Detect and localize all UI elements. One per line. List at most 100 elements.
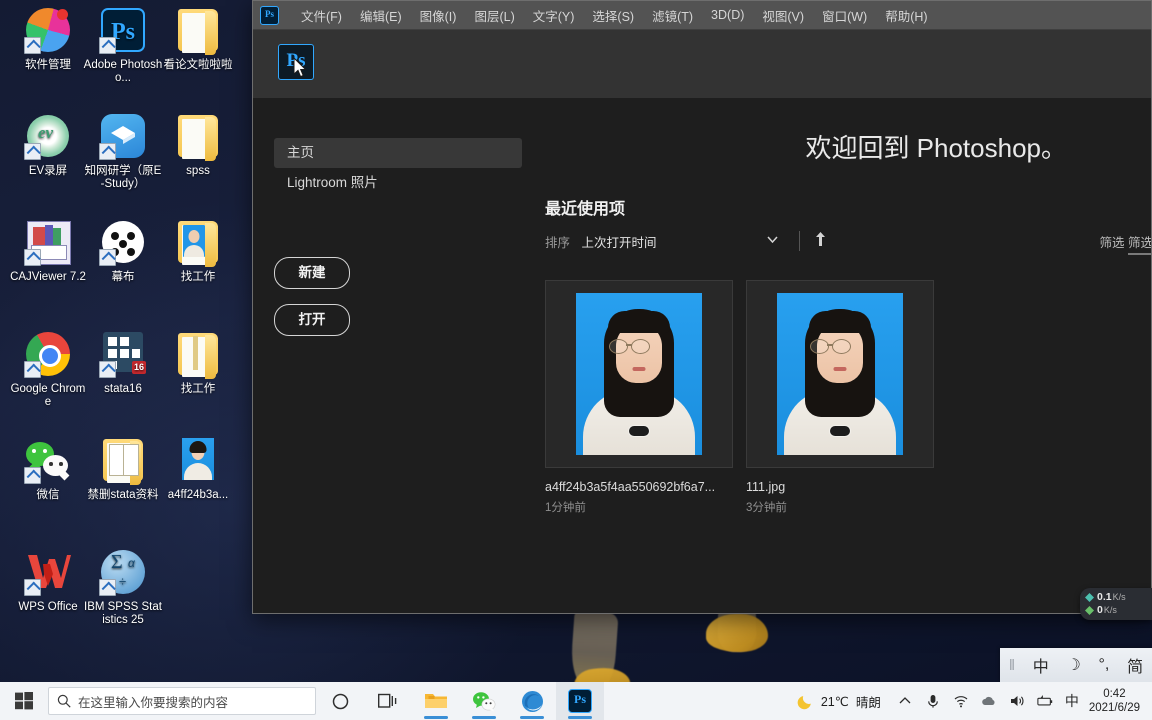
shortcut-overlay-icon xyxy=(24,37,41,54)
ime-script-toggle[interactable]: 简 xyxy=(1127,653,1143,677)
desktop-icon-wechat[interactable]: 微信 xyxy=(8,436,88,502)
chevron-down-icon[interactable] xyxy=(767,234,778,245)
task-view-button[interactable] xyxy=(364,682,412,720)
desktop-icon-label: 看论文啦啦啦 xyxy=(163,59,233,71)
clock-time: 0:42 xyxy=(1103,688,1126,700)
menu-window[interactable]: 窗口(W) xyxy=(813,2,876,29)
photoshop-home-tab-icon[interactable]: Ps xyxy=(278,44,314,80)
desktop-icon-label: 幕布 xyxy=(111,271,135,283)
moon-icon[interactable]: ☽ xyxy=(1066,655,1080,675)
arrow-up-icon[interactable] xyxy=(815,232,826,246)
mubu-icon xyxy=(99,218,147,266)
desktop-icon-spss-folder[interactable]: spss xyxy=(158,112,238,178)
recent-item-thumbnail[interactable] xyxy=(545,280,733,468)
recent-item-thumbnail[interactable] xyxy=(746,280,934,468)
ime-language-bar[interactable]: ‖ 中 ☽ °, 简 xyxy=(1000,648,1152,682)
desktop-icon-job-folder-2[interactable]: 找工作 xyxy=(158,330,238,396)
weather-widget[interactable]: 21℃ 晴朗 xyxy=(797,692,881,711)
desktop-icon-adobe-photoshop[interactable]: Ps Adobe Photosho... xyxy=(83,6,163,85)
shortcut-overlay-icon xyxy=(24,467,41,484)
taskbar-clock[interactable]: 0:42 2021/6/29 xyxy=(1085,687,1148,715)
desktop-icon-stata16[interactable]: 16 stata16 xyxy=(83,330,163,396)
cortana-button[interactable] xyxy=(316,682,364,720)
photoshop-icon: Ps xyxy=(568,689,592,713)
recent-item-card[interactable]: a4ff24b3a5f4aa550692bf6a7... 1分钟前 xyxy=(545,280,733,515)
desktop-icon-cajviewer[interactable]: CAJViewer 7.2 xyxy=(8,218,88,284)
menu-layer[interactable]: 图层(L) xyxy=(465,2,523,29)
shortcut-overlay-icon xyxy=(24,361,41,378)
desktop-icon-ev-recorder[interactable]: ev EV录屏 xyxy=(8,112,88,178)
menu-file[interactable]: 文件(F) xyxy=(292,2,351,29)
menu-select[interactable]: 选择(S) xyxy=(583,2,643,29)
desktop-icon-id-photo-file[interactable]: a4ff24b3a... xyxy=(158,436,238,502)
taskbar-app-photoshop[interactable]: Ps xyxy=(556,682,604,720)
tray-ime-indicator[interactable]: 中 xyxy=(1059,691,1085,711)
shortcut-overlay-icon xyxy=(99,37,116,54)
search-input[interactable]: 在这里输入你要搜索的内容 xyxy=(48,687,316,715)
search-icon xyxy=(57,694,71,708)
home-left-rail: 主页 Lightroom 照片 新建 打开 xyxy=(274,138,522,336)
menu-filter[interactable]: 滤镜(T) xyxy=(643,2,702,29)
tray-microphone[interactable] xyxy=(919,693,947,709)
weather-sunny-icon xyxy=(797,695,811,709)
photoshop-window: Ps 文件(F) 编辑(E) 图像(I) 图层(L) 文字(Y) 选择(S) 滤… xyxy=(252,0,1152,614)
taskbar-app-edge-browser[interactable] xyxy=(508,682,556,720)
start-button[interactable] xyxy=(0,682,48,720)
desktop-icon-mubu[interactable]: 幕布 xyxy=(83,218,163,284)
wps-office-icon xyxy=(24,548,72,596)
ime-drag-handle[interactable]: ‖ xyxy=(1009,657,1015,674)
filter-label-2[interactable]: 筛选 xyxy=(1127,236,1151,255)
desktop-icon-software-manager[interactable]: 软件管理 xyxy=(8,6,88,72)
new-button[interactable]: 新建 xyxy=(274,257,350,289)
desktop-icon-job-folder-1[interactable]: 找工作 xyxy=(158,218,238,284)
stata16-icon: 16 xyxy=(99,330,147,378)
menu-edit[interactable]: 编辑(E) xyxy=(351,2,411,29)
desktop-icon-papers-folder[interactable]: 看论文啦啦啦 xyxy=(158,6,238,72)
desktop-icon-label: stata16 xyxy=(104,383,142,395)
desktop-icon-stata-materials[interactable]: 禁删stata资料 xyxy=(83,436,163,502)
download-speed-value: 0 xyxy=(1097,604,1103,616)
folder-icon xyxy=(174,112,222,161)
menu-type[interactable]: 文字(Y) xyxy=(524,2,584,29)
shortcut-overlay-icon xyxy=(99,579,116,596)
desktop-icon-label: 找工作 xyxy=(180,271,216,283)
clock-date: 2021/6/29 xyxy=(1088,702,1140,714)
desktop-icon-label: Google Chrome xyxy=(10,383,86,408)
tray-battery[interactable] xyxy=(1031,693,1059,709)
desktop-icon-wps-office[interactable]: WPS Office xyxy=(8,548,88,614)
network-speed-widget[interactable]: 0.1 K/s 0 K/s xyxy=(1080,588,1152,620)
task-view-icon xyxy=(378,693,397,708)
shortcut-overlay-icon xyxy=(24,249,41,266)
menu-3d[interactable]: 3D(D) xyxy=(702,4,753,26)
tray-overflow-button[interactable] xyxy=(891,693,919,709)
shortcut-overlay-icon xyxy=(99,143,116,160)
ime-punctuation-toggle[interactable]: °, xyxy=(1099,656,1110,674)
recent-items-heading: 最近使用项 xyxy=(545,201,626,218)
desktop-icon-cnki-estudy[interactable]: 知网研学（原E-Study） xyxy=(83,112,163,191)
menu-view[interactable]: 视图(V) xyxy=(753,2,813,29)
folder-docs-icon xyxy=(99,436,147,485)
sort-value[interactable]: 上次打开时间 xyxy=(582,236,657,250)
menu-image[interactable]: 图像(I) xyxy=(411,2,466,29)
photoshop-app-icon: Ps xyxy=(260,5,279,25)
tray-onedrive[interactable] xyxy=(975,693,1003,709)
windows-start-icon xyxy=(15,692,33,710)
menu-help[interactable]: 帮助(H) xyxy=(876,2,936,29)
desktop-icon-google-chrome[interactable]: Google Chrome xyxy=(8,330,88,409)
download-speed-unit: K/s xyxy=(1103,605,1117,615)
filter-label-1[interactable]: 筛选 xyxy=(1099,236,1124,250)
open-button[interactable]: 打开 xyxy=(274,304,350,336)
sort-label: 排序 xyxy=(545,236,571,250)
taskbar-app-file-explorer[interactable] xyxy=(412,682,460,720)
rail-item-lightroom-photos[interactable]: Lightroom 照片 xyxy=(274,168,522,198)
chevron-up-icon xyxy=(899,697,911,704)
tray-volume[interactable] xyxy=(1003,693,1031,709)
tray-wifi[interactable] xyxy=(947,693,975,709)
cortana-circle-icon xyxy=(332,693,348,709)
taskbar-app-wechat[interactable] xyxy=(460,682,508,720)
recent-item-card[interactable]: 111.jpg 3分钟前 xyxy=(746,280,934,515)
desktop-icon-ibm-spss[interactable]: Σ α ÷ IBM SPSS Statistics 25 xyxy=(83,548,163,627)
desktop-icon-label: spss xyxy=(186,165,210,177)
ime-mode-indicator[interactable]: 中 xyxy=(1033,653,1049,677)
rail-item-home[interactable]: 主页 xyxy=(274,138,522,168)
